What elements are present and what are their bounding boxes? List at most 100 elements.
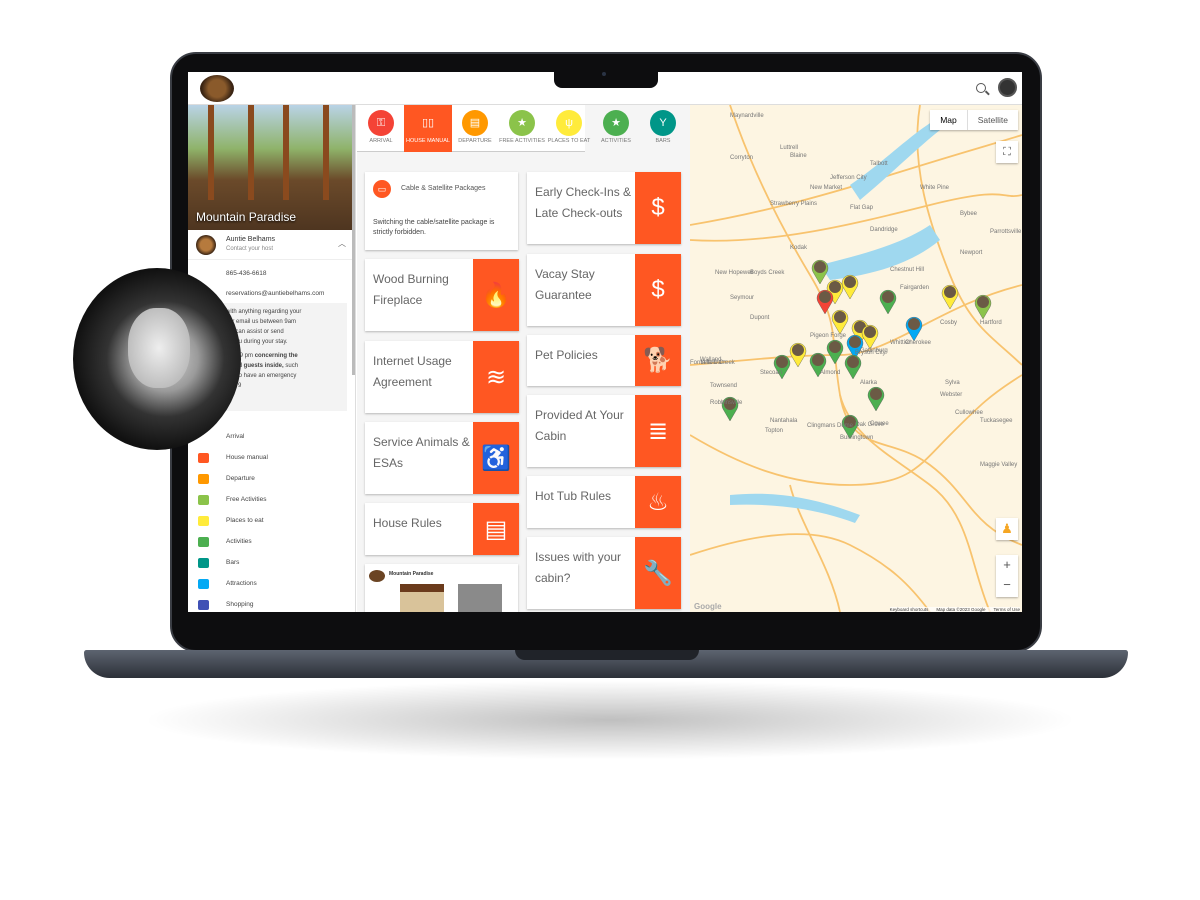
map-marker-photo [849, 336, 861, 348]
message-line: with anything regarding your [226, 309, 302, 315]
floorplan-image [400, 584, 444, 612]
cocktail-icon: Y [650, 110, 676, 136]
card-title: House Rules [373, 516, 442, 530]
map-place-label: Robbinsville [710, 400, 743, 406]
sidebar-item-label: Shopping [226, 601, 254, 608]
keyboard-shortcuts-link[interactable]: Keyboard shortcuts [890, 607, 929, 612]
card-hot-tub-rules[interactable]: Hot Tub Rules ♨ [527, 476, 681, 528]
zoom-in-button[interactable]: + [996, 555, 1018, 575]
map-attribution: Map data ©2023 Google [936, 607, 986, 612]
map-marker-photo [977, 296, 989, 308]
map-place-label: Pigeon Forge [810, 333, 847, 339]
map-place-label: Nantahala [770, 418, 798, 424]
tab-label: PLACES TO EAT [547, 138, 591, 144]
search-icon[interactable] [976, 83, 986, 93]
sidebar-item-shopping[interactable]: Shopping [188, 598, 355, 612]
tab-free-activities[interactable]: ★ FREE ACTIVITIES [498, 105, 546, 152]
map-place-label: Bryson City [855, 350, 886, 356]
map-place-label: Cowee [870, 421, 889, 427]
host-phone[interactable]: 865-436-6618 [188, 270, 355, 277]
map-place-label: Chestnut Hill [890, 267, 925, 273]
clipboard-icon: ▤ [462, 110, 488, 136]
map-place-label: Maynardville [730, 113, 764, 119]
map-marker-photo [844, 276, 856, 288]
chevron-up-icon[interactable]: ︿ [338, 238, 346, 249]
map-marker-photo [834, 311, 846, 323]
card-vacay-stay-guarantee[interactable]: Vacay Stay Guarantee $ [527, 254, 681, 326]
host-contact-header[interactable]: Auntie Belhams Contact your host ︿ [188, 230, 355, 260]
tab-departure[interactable]: ▤ DEPARTURE [451, 105, 499, 152]
map-place-label: White Pine [920, 185, 950, 191]
towels-icon: ≣ [635, 395, 681, 467]
map-marker-photo [792, 344, 804, 356]
sidebar-scrollbar[interactable] [352, 105, 355, 375]
tab-house-manual[interactable]: ▯▯ HOUSE MANUAL [404, 105, 452, 152]
map-place-label: Sylva [945, 380, 960, 386]
host-logo [196, 235, 216, 255]
card-provided-at-your-cabin[interactable]: Provided At Your Cabin ≣ [527, 395, 681, 467]
card-issues-with-your-cabin-[interactable]: Issues with your cabin? 🔧 [527, 537, 681, 609]
sidebar-item-bars[interactable]: Bars [188, 556, 355, 577]
category-icon [198, 453, 209, 463]
wifi-icon: ≋ [473, 341, 519, 413]
category-icon [198, 474, 209, 484]
laptop-shadow [140, 680, 1080, 760]
tab-arrival[interactable]: ⚿ ARRIVAL [357, 105, 405, 152]
card-house-rules[interactable]: House Rules ▤ [365, 503, 519, 555]
sidebar-item-activities[interactable]: Activities [188, 535, 355, 556]
card-floor-plan[interactable]: Mountain Paradise [365, 564, 518, 612]
tab-activities[interactable]: ★ ACTIVITIES [592, 105, 640, 152]
host-subtitle: Contact your host [226, 246, 274, 252]
map[interactable]: Maynardville Luttrell Corryton Blaine Talbot… [690, 105, 1022, 612]
street-view-pegman-icon[interactable]: ♟ [996, 518, 1018, 540]
card-early-check-ins-late-check-outs[interactable]: Early Check-Ins & Late Check-outs $ [527, 172, 681, 244]
zoom-out-button[interactable]: − [996, 575, 1018, 595]
map-place-label: Newport [960, 250, 983, 256]
laptop-hinge-notch [515, 650, 699, 660]
map-marker-photo [908, 318, 920, 330]
map-type-map-button[interactable]: Map [930, 110, 968, 130]
brand-logo[interactable] [200, 75, 234, 102]
house-manual-panel: ⚿ ARRIVAL ▯▯ HOUSE MANUAL ▤ DEPARTURE ★ FREE AC… [357, 105, 690, 612]
clipboard-icon: ▤ [473, 503, 519, 555]
map-type-control: Map Satellite [930, 110, 1018, 130]
property-hero-image: Mountain Paradise [188, 105, 355, 230]
map-place-label: Tuckasegee [980, 418, 1013, 424]
sidebar-item-attractions[interactable]: Attractions [188, 577, 355, 598]
card-internet-usage-agreement[interactable]: Internet Usage Agreement ≋ [365, 341, 519, 413]
map-place-label: Jefferson City [830, 175, 867, 181]
sidebar-item-label: Free Activities [226, 496, 267, 503]
account-circle-icon[interactable] [998, 78, 1017, 97]
tab-places-to-eat[interactable]: ψ PLACES TO EAT [545, 105, 593, 152]
map-marker-photo [847, 356, 859, 368]
brand-logo [369, 570, 385, 582]
app-screen: Mountain Paradise Auntie Belhams Contact… [188, 72, 1022, 612]
accessible-icon: ♿ [473, 422, 519, 494]
card-title: Vacay Stay Guarantee [535, 267, 595, 302]
tab-label: HOUSE MANUAL [405, 138, 450, 144]
card-cable-satellite[interactable]: ▭ Cable & Satellite Packages Switching t… [365, 172, 518, 250]
map-place-label: Townsend [710, 383, 738, 389]
zoom-control: + − [996, 555, 1018, 597]
fullscreen-icon[interactable]: ⛶ [996, 141, 1018, 163]
ticket-icon: ★ [603, 110, 629, 136]
sidebar-item-departure[interactable]: Departure [188, 472, 355, 493]
sidebar-item-house-manual[interactable]: House manual [188, 451, 355, 472]
map-place-label: New Hopewell [715, 270, 754, 276]
host-name: Auntie Belhams [226, 236, 276, 243]
sidebar-item-free-activities[interactable]: Free Activities [188, 493, 355, 514]
card-wood-burning-fireplace[interactable]: Wood Burning Fireplace 🔥 [365, 259, 519, 331]
category-icon [198, 516, 209, 526]
sidebar-item-arrival[interactable]: Arrival [188, 430, 355, 451]
card-service-animals-esas[interactable]: Service Animals & ESAs ♿ [365, 422, 519, 494]
ticket-icon: ★ [509, 110, 535, 136]
sidebar-nav: Arrival House manual Departure Free Activit… [188, 430, 355, 612]
camera [602, 72, 606, 76]
map-type-satellite-button[interactable]: Satellite [968, 110, 1018, 130]
sidebar-item-places-to-eat[interactable]: Places to eat [188, 514, 355, 535]
terms-link[interactable]: Terms of Use [993, 607, 1020, 612]
card-body: Switching the cable/satellite package is… [373, 219, 495, 236]
tab-bars[interactable]: Y BARS [639, 105, 687, 152]
fireplace-icon: 🔥 [473, 259, 519, 331]
card-pet-policies[interactable]: Pet Policies 🐕 [527, 335, 681, 386]
